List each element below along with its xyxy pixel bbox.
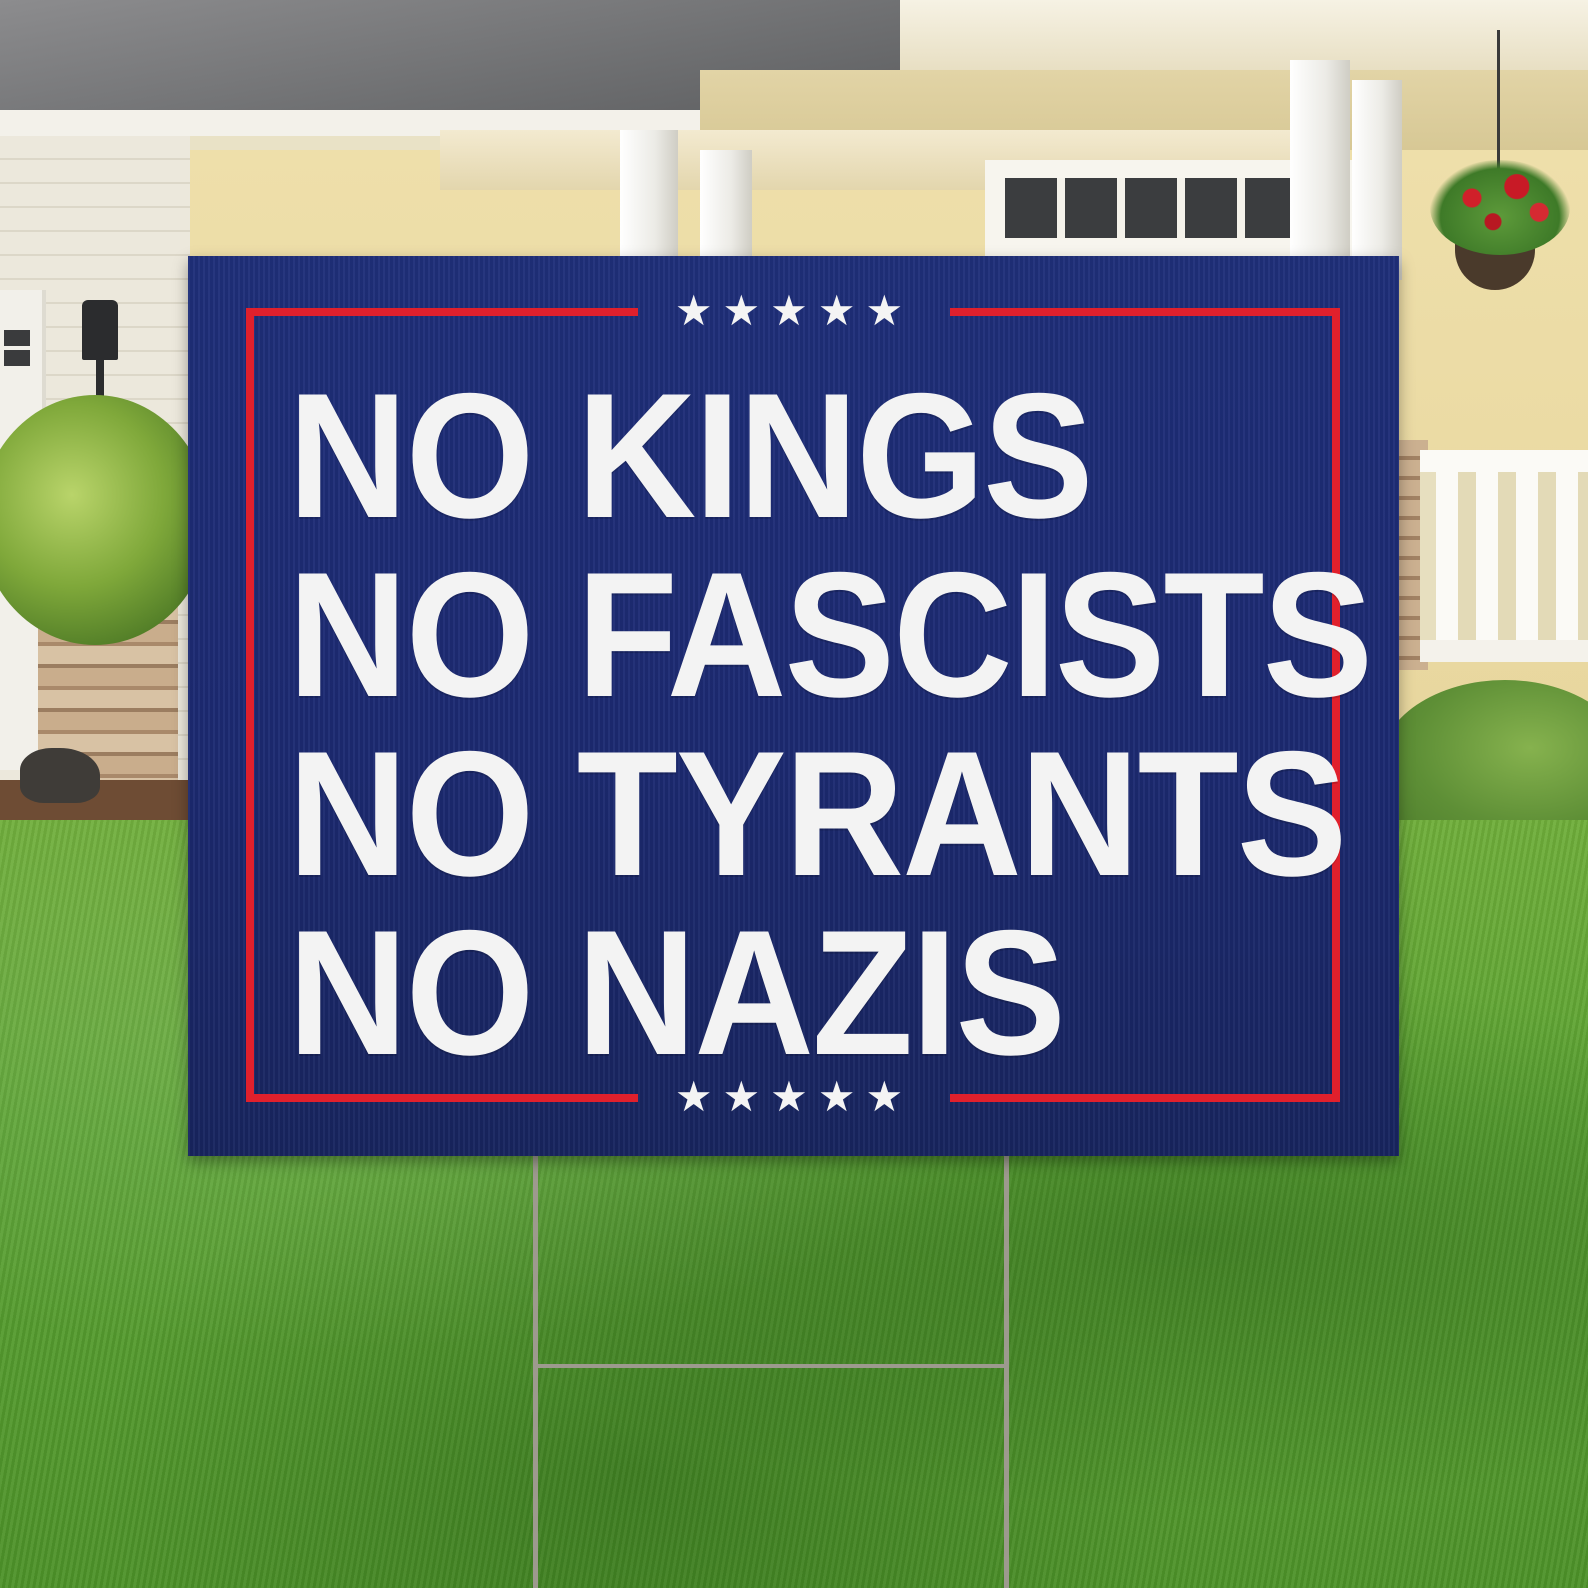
flowers <box>1430 160 1570 255</box>
border-line-top-left <box>246 308 638 316</box>
railing-top <box>1420 450 1588 472</box>
yard-scene: ★★★★★ NO KINGS NO FASCISTS NO TYRANTS NO… <box>0 0 1588 1588</box>
border-line-bottom-right <box>950 1094 1340 1102</box>
sign-slogan: NO KINGS NO FASCISTS NO TYRANTS NO NAZIS <box>288 356 1373 1092</box>
star-row-bottom-icon: ★★★★★ <box>674 1072 914 1121</box>
yard-sign: ★★★★★ NO KINGS NO FASCISTS NO TYRANTS NO… <box>188 256 1399 1156</box>
slogan-line: NO KINGS <box>288 356 1094 555</box>
garage-door-window <box>4 330 30 370</box>
plant-hanger <box>1497 30 1500 170</box>
wall-lamp-bracket <box>96 358 104 396</box>
star-row-top-icon: ★★★★★ <box>674 286 914 335</box>
rock <box>20 748 100 803</box>
border-line-bottom-left <box>246 1094 638 1102</box>
wire-stake-crossbar <box>533 1364 1009 1368</box>
wall-lamp-icon <box>82 300 118 360</box>
house-window <box>1005 178 1335 238</box>
border-line-left <box>246 308 254 1102</box>
porch-column <box>700 150 752 270</box>
railing-bottom <box>1420 640 1588 662</box>
slogan-line: NO NAZIS <box>288 893 1066 1092</box>
porch-column <box>1290 60 1350 280</box>
railing-balusters <box>1436 472 1588 642</box>
slogan-line: NO TYRANTS <box>288 714 1347 913</box>
porch-column <box>620 130 678 270</box>
slogan-line: NO FASCISTS <box>288 535 1373 734</box>
border-line-top-right <box>950 308 1340 316</box>
porch-column <box>1352 80 1402 280</box>
